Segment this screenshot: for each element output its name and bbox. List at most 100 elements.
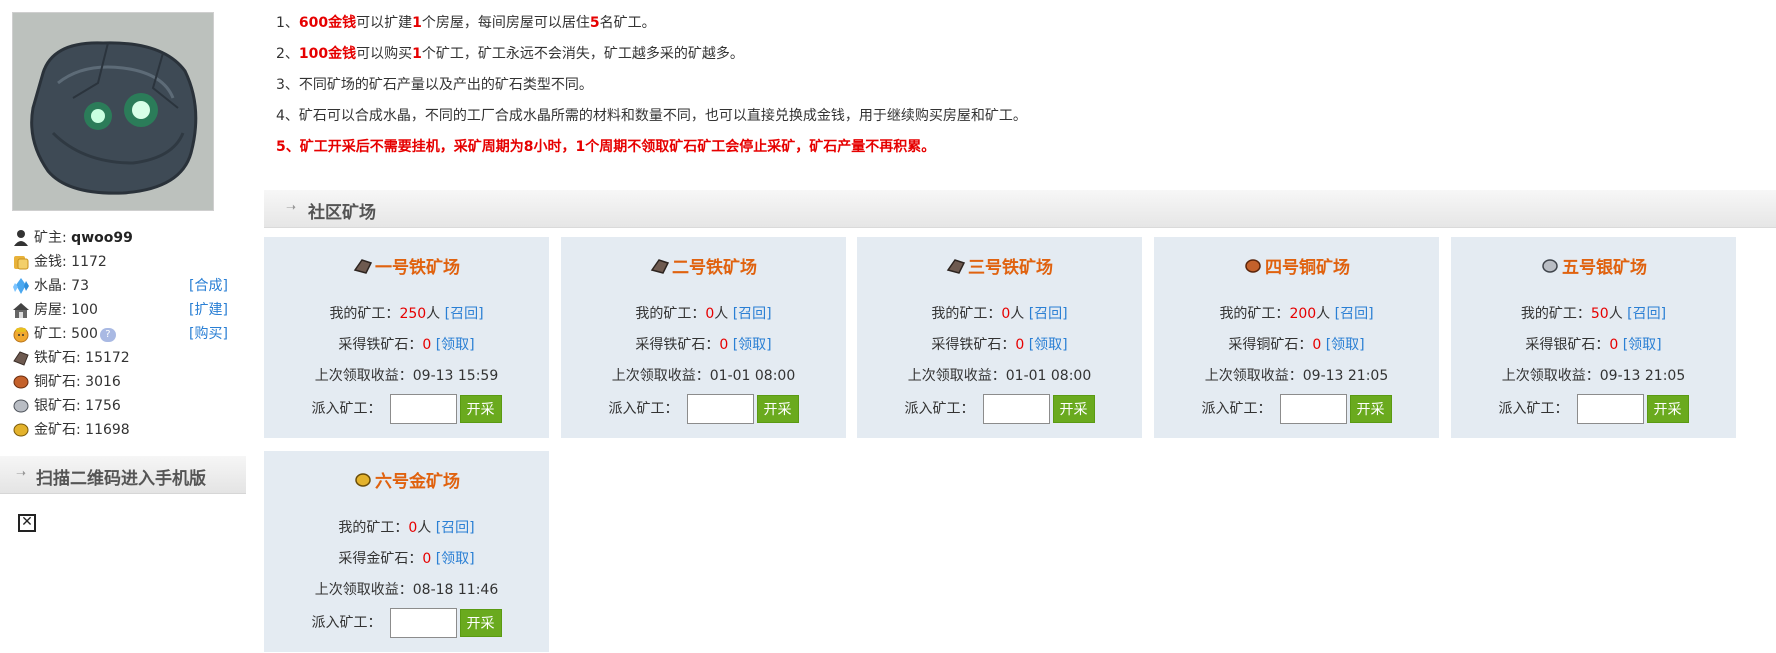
last-income-time: 01-01 08:00 [1005, 368, 1092, 384]
sidebar: 矿主: qwoo99 金钱: 1172 水晶: 73 [合成] 房屋: 100 … [0, 0, 246, 653]
silver-ore-value: 银矿石: 1756 [34, 398, 121, 414]
recall-link[interactable]: [召回] [1335, 306, 1374, 322]
assign-row: 派入矿工： 开采 [561, 394, 846, 424]
community-mines-header: ➝ 社区矿场 [264, 190, 1776, 228]
buy-link[interactable]: [购买] [189, 322, 228, 346]
section-title: 社区矿场 [308, 203, 376, 223]
last-income-row: 上次领取收益：08-18 11:46 [314, 582, 499, 598]
assign-miners-input[interactable] [389, 394, 457, 424]
assign-miners-input[interactable] [982, 394, 1050, 424]
iron-ore-value: 铁矿石: 15172 [34, 350, 130, 366]
recall-link[interactable]: [召回] [1627, 306, 1666, 322]
miner-count: 0 [1001, 306, 1011, 322]
player-stats: 矿主: qwoo99 金钱: 1172 水晶: 73 [合成] 房屋: 100 … [12, 226, 234, 442]
recall-link[interactable]: [召回] [1029, 306, 1068, 322]
recall-link[interactable]: [召回] [733, 306, 772, 322]
mine-name: 二号铁矿场 [672, 258, 757, 278]
mine-title: 二号铁矿场 [561, 253, 846, 278]
assign-miners-input[interactable] [1576, 394, 1644, 424]
last-income-row: 上次领取收益：09-13 21:05 [1501, 368, 1686, 384]
collect-link[interactable]: [领取] [436, 337, 475, 353]
recall-link[interactable]: [召回] [436, 520, 475, 536]
last-income-row: 上次领取收益：09-13 21:05 [1204, 368, 1389, 384]
collect-link[interactable]: [领取] [1326, 337, 1365, 353]
copper-ore-value: 铜矿石: 3016 [34, 374, 121, 390]
broken-image-icon: ✕ [18, 514, 36, 532]
collect-link[interactable]: [领取] [1029, 337, 1068, 353]
mine-title: 六号金矿场 [264, 467, 549, 492]
last-income-time: 09-13 21:05 [1599, 368, 1686, 384]
miner-count: 250 [399, 306, 427, 322]
mine-title: 四号铜矿场 [1154, 253, 1439, 278]
copper-ore-icon [1245, 259, 1261, 273]
mine-card-1: 一号铁矿场 我的矿工：250人 [召回] 采得铁矿石：0 [领取] 上次领取收益… [264, 237, 549, 438]
my-miners-row: 我的矿工：250人 [召回] [329, 306, 484, 322]
stat-iron-ore: 铁矿石: 15172 [12, 346, 234, 370]
mine-card-4: 四号铜矿场 我的矿工：200人 [召回] 采得铜矿石：0 [领取] 上次领取收益… [1154, 237, 1439, 438]
assign-miners-input[interactable] [389, 608, 457, 638]
mine-name: 五号银矿场 [1562, 258, 1647, 278]
my-miners-row: 我的矿工：0人 [召回] [338, 520, 475, 536]
mine-name: 一号铁矿场 [375, 258, 460, 278]
my-miners-row: 我的矿工：0人 [召回] [635, 306, 772, 322]
start-mining-button[interactable]: 开采 [459, 395, 502, 423]
arrow-icon: ➝ [16, 466, 27, 480]
stat-money: 金钱: 1172 [12, 250, 234, 274]
last-income-time: 09-13 21:05 [1302, 368, 1389, 384]
collect-link[interactable]: [领取] [1623, 337, 1662, 353]
synthesize-link[interactable]: [合成] [189, 274, 228, 298]
ore-amount: 0 [422, 337, 432, 353]
miner-count: 200 [1289, 306, 1317, 322]
mine-title: 五号银矿场 [1451, 253, 1736, 278]
help-icon[interactable]: ? [99, 328, 116, 342]
silver-ore-icon [13, 399, 29, 413]
mine-card-2: 二号铁矿场 我的矿工：0人 [召回] 采得铁矿石：0 [领取] 上次领取收益：0… [561, 237, 846, 438]
iron-ore-icon [13, 351, 29, 366]
stat-house: 房屋: 100 [扩建] [12, 298, 234, 322]
copper-ore-icon [13, 375, 29, 389]
mine-card-5: 五号银矿场 我的矿工：50人 [召回] 采得银矿石：0 [领取] 上次领取收益：… [1451, 237, 1736, 438]
ore-collected-row: 采得银矿石：0 [领取] [1525, 337, 1662, 353]
rule-4: 4、矿石可以合成水晶，不同的工厂合成水晶所需的材料和数量不同，也可以直接兑换成金… [276, 108, 1027, 124]
start-mining-button[interactable]: 开采 [1646, 395, 1689, 423]
crystal-icon [13, 278, 29, 294]
ore-collected-row: 采得铁矿石：0 [领取] [338, 337, 475, 353]
gold-ore-icon [355, 473, 371, 487]
stat-copper-ore: 铜矿石: 3016 [12, 370, 234, 394]
collect-link[interactable]: [领取] [436, 551, 475, 567]
stat-owner: 矿主: qwoo99 [12, 226, 234, 250]
stat-gold-ore: 金矿石: 11698 [12, 418, 234, 442]
miner-count: 0 [408, 520, 418, 536]
start-mining-button[interactable]: 开采 [1052, 395, 1095, 423]
iron-ore-icon [946, 259, 966, 274]
expand-link[interactable]: [扩建] [189, 298, 228, 322]
miner-count: 50 [1590, 306, 1609, 322]
my-miners-row: 我的矿工：50人 [召回] [1520, 306, 1667, 322]
start-mining-button[interactable]: 开采 [756, 395, 799, 423]
coins-icon [14, 256, 29, 270]
stat-miner: 矿工: 500? [购买] [12, 322, 234, 346]
assign-miners-input[interactable] [686, 394, 754, 424]
last-income-time: 08-18 11:46 [412, 582, 499, 598]
stat-silver-ore: 银矿石: 1756 [12, 394, 234, 418]
assign-miners-input[interactable] [1279, 394, 1347, 424]
collect-link[interactable]: [领取] [733, 337, 772, 353]
gold-ore-icon [13, 423, 29, 437]
assign-row: 派入矿工： 开采 [264, 608, 549, 638]
silver-ore-icon [1542, 259, 1558, 273]
recall-link[interactable]: [召回] [445, 306, 484, 322]
ore-collected-row: 采得金矿石：0 [领取] [338, 551, 475, 567]
start-mining-button[interactable]: 开采 [459, 609, 502, 637]
qr-section-header: ➝ 扫描二维码进入手机版 [0, 456, 246, 494]
avatar [12, 12, 214, 211]
rock-avatar-image [13, 13, 213, 210]
my-miners-row: 我的矿工：200人 [召回] [1219, 306, 1374, 322]
owner-name: qwoo99 [71, 230, 133, 246]
iron-ore-icon [650, 259, 670, 274]
start-mining-button[interactable]: 开采 [1349, 395, 1392, 423]
mine-card-6: 六号金矿场 我的矿工：0人 [召回] 采得金矿石：0 [领取] 上次领取收益：0… [264, 451, 549, 652]
qr-title: 扫描二维码进入手机版 [36, 469, 206, 489]
last-income-row: 上次领取收益：09-13 15:59 [314, 368, 499, 384]
rule-5-warning: 5、矿工开采后不需要挂机，采矿周期为8小时，1个周期不领取矿石矿工会停止采矿，矿… [276, 139, 936, 155]
crystal-value: 水晶: 73 [34, 278, 89, 294]
